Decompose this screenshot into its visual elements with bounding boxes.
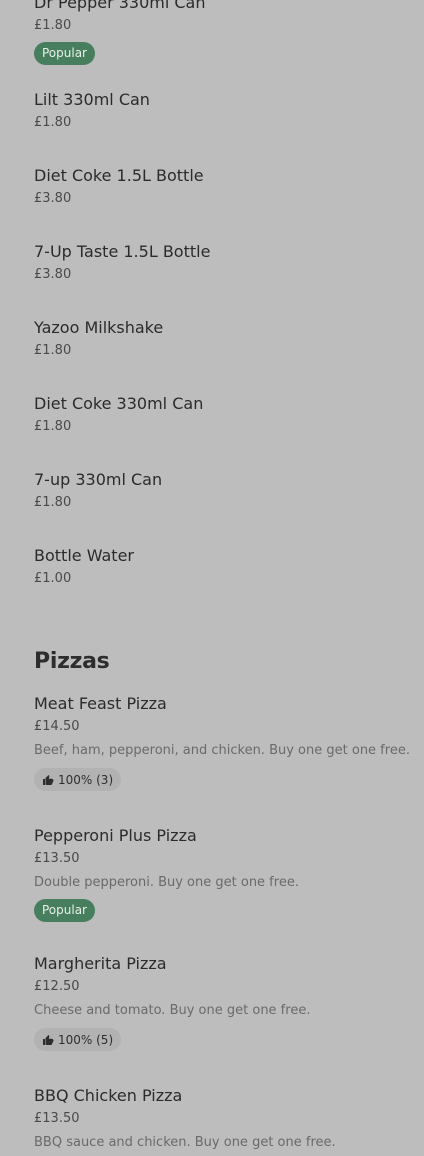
menu-item-bbq-chicken-pizza[interactable]: BBQ Chicken Pizza £13.50 BBQ sauce and c… [34, 1085, 336, 1152]
item-name: Dr Pepper 330ml Can [34, 0, 206, 12]
item-name: Pepperoni Plus Pizza [34, 826, 197, 845]
menu-item-lilt[interactable]: Lilt 330ml Can £1.80 [34, 89, 150, 132]
item-description: Beef, ham, pepperoni, and chicken. Buy o… [34, 743, 410, 758]
menu-item-meat-feast-pizza[interactable]: Meat Feast Pizza £14.50 Beef, ham, peppe… [34, 693, 410, 791]
item-name: Diet Coke 330ml Can [34, 394, 204, 413]
item-name: Lilt 330ml Can [34, 90, 150, 109]
item-price: £1.80 [34, 343, 72, 358]
item-price: £3.80 [34, 191, 72, 206]
item-description: Double pepperoni. Buy one get one free. [34, 875, 299, 890]
rating-text: 100% (3) [58, 772, 114, 787]
menu-item-margherita-pizza[interactable]: Margherita Pizza £12.50 Cheese and tomat… [34, 953, 310, 1051]
thumbs-up-icon [43, 774, 54, 785]
menu-item-diet-coke-can[interactable]: Diet Coke 330ml Can £1.80 [34, 393, 203, 436]
item-description: Cheese and tomato. Buy one get one free. [34, 1003, 311, 1018]
item-price: £14.50 [34, 719, 80, 734]
menu-item-7up-can[interactable]: 7-up 330ml Can £1.80 [34, 469, 162, 512]
popular-badge: Popular [34, 899, 95, 922]
item-name: Meat Feast Pizza [34, 694, 167, 713]
item-name: 7-Up Taste 1.5L Bottle [34, 242, 211, 261]
menu-item-7up-bottle[interactable]: 7-Up Taste 1.5L Bottle £3.80 [34, 241, 210, 284]
menu-item-diet-coke-bottle[interactable]: Diet Coke 1.5L Bottle £3.80 [34, 165, 204, 208]
item-name: BBQ Chicken Pizza [34, 1086, 183, 1105]
section-title-pizzas: Pizzas [34, 649, 110, 674]
item-price: £1.80 [34, 495, 72, 510]
item-name: Diet Coke 1.5L Bottle [34, 166, 204, 185]
item-name: Margherita Pizza [34, 954, 167, 973]
rating-text: 100% (5) [58, 1032, 114, 1047]
item-price: £12.50 [34, 979, 80, 994]
popular-badge: Popular [34, 42, 95, 65]
item-price: £13.50 [34, 1111, 80, 1126]
item-price: £13.50 [34, 851, 80, 866]
item-name: Yazoo Milkshake [34, 318, 164, 337]
menu-item-dr-pepper[interactable]: Dr Pepper 330ml Can £1.80 Popular [34, 0, 206, 65]
item-name: 7-up 330ml Can [34, 470, 163, 489]
rating-badge: 100% (5) [34, 1028, 122, 1051]
item-description: BBQ sauce and chicken. Buy one get one f… [34, 1135, 336, 1150]
item-price: £3.80 [34, 267, 72, 282]
item-price: £1.80 [34, 115, 72, 130]
menu-item-yazoo[interactable]: Yazoo Milkshake £1.80 [34, 317, 163, 360]
item-price: £1.80 [34, 18, 72, 33]
menu-item-bottle-water[interactable]: Bottle Water £1.00 [34, 545, 134, 588]
item-price: £1.00 [34, 571, 72, 586]
thumbs-up-icon [43, 1034, 54, 1045]
item-name: Bottle Water [34, 546, 134, 565]
item-price: £1.80 [34, 419, 72, 434]
rating-badge: 100% (3) [34, 768, 122, 791]
menu-item-pepperoni-plus-pizza[interactable]: Pepperoni Plus Pizza £13.50 Double peppe… [34, 825, 299, 922]
